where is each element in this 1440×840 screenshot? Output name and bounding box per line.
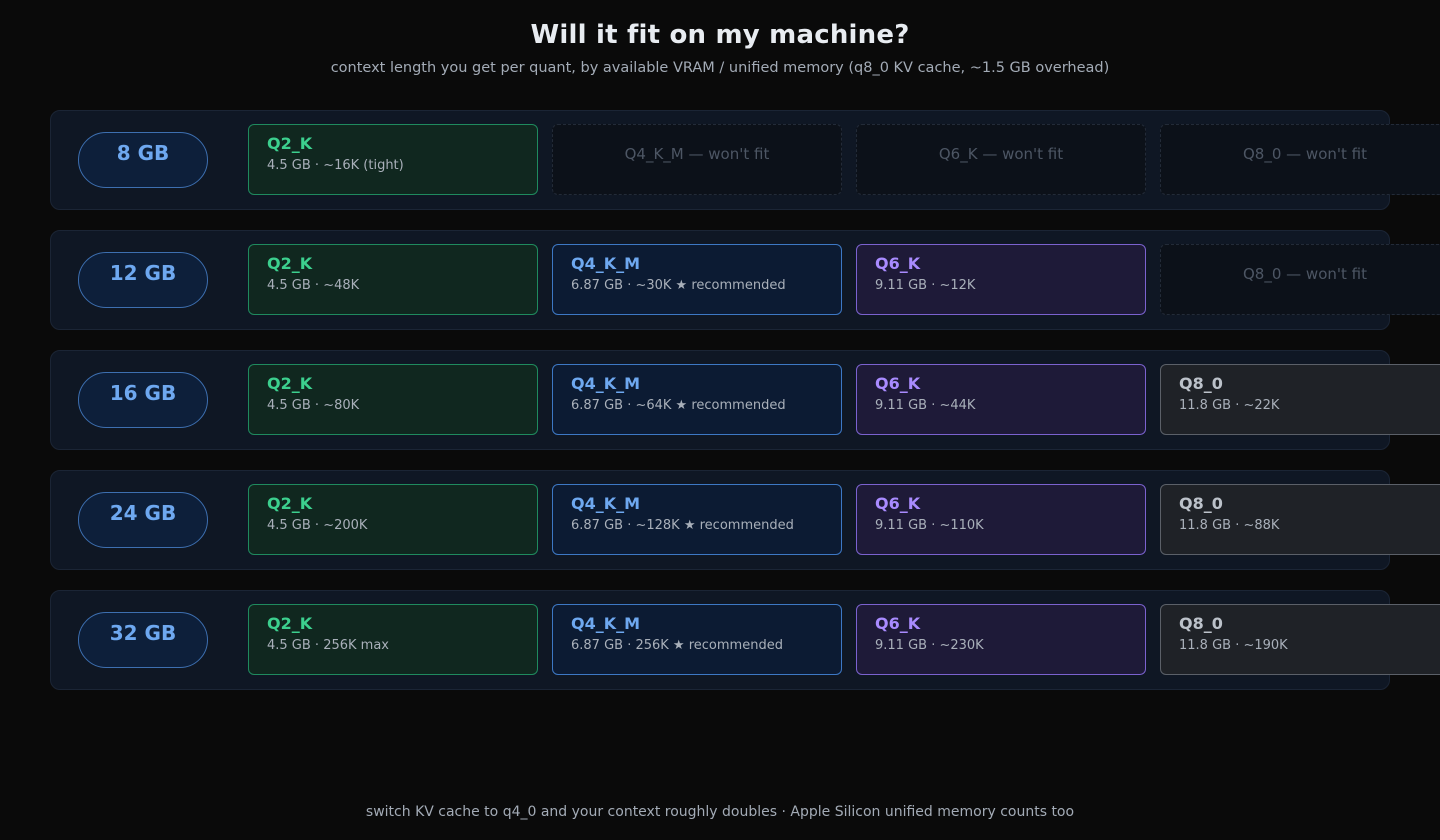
quant-card: Q4_K_M 6.87 GB · 256K ★ recommended [552, 604, 842, 675]
page-title: Will it fit on my machine? [530, 20, 910, 50]
page: Will it fit on my machine? context lengt… [0, 0, 1440, 840]
quant-name: Q6_K [875, 374, 921, 393]
quant-name: Q2_K [267, 494, 313, 513]
quant-card: Q8_0 11.8 GB · ~88K [1160, 484, 1440, 555]
quant-detail: 6.87 GB · 256K ★ recommended [571, 638, 783, 653]
quant-card: Q6_K 9.11 GB · ~44K [856, 364, 1146, 435]
quant-card: Q8_0 11.8 GB · ~22K [1160, 364, 1440, 435]
memory-badge: 32 GB [78, 612, 208, 668]
quant-name: Q4_K_M [571, 494, 641, 513]
quant-detail: 9.11 GB · ~44K [875, 398, 976, 413]
quant-name: Q8_0 [1179, 374, 1223, 393]
quant-name: Q4_K_M [571, 614, 641, 633]
memory-badge: 12 GB [78, 252, 208, 308]
quant-detail: 11.8 GB · ~22K [1179, 398, 1280, 413]
quant-card: Q2_K 4.5 GB · ~80K [248, 364, 538, 435]
quant-card: Q6_K 9.11 GB · ~230K [856, 604, 1146, 675]
memory-badge: 8 GB [78, 132, 208, 188]
quant-card: Q6_K 9.11 GB · ~12K [856, 244, 1146, 315]
quant-detail: 4.5 GB · ~16K (tight) [267, 158, 404, 173]
memory-badge: 24 GB [78, 492, 208, 548]
quant-card: Q2_K 4.5 GB · ~200K [248, 484, 538, 555]
memory-badge: 16 GB [78, 372, 208, 428]
quant-name: Q8_0 [1179, 614, 1223, 633]
quant-detail: 11.8 GB · ~88K [1179, 518, 1280, 533]
quant-card: Q8_0 11.8 GB · ~190K [1160, 604, 1440, 675]
quant-name: Q2_K [267, 254, 313, 273]
quant-name: Q4_K_M [571, 374, 641, 393]
quant-detail: 6.87 GB · ~128K ★ recommended [571, 518, 794, 533]
quant-card: Q4_K_M 6.87 GB · ~128K ★ recommended [552, 484, 842, 555]
quant-card-wont-fit: Q8_0 — won't fit [1160, 244, 1440, 315]
quant-card: Q6_K 9.11 GB · ~110K [856, 484, 1146, 555]
quant-detail: 4.5 GB · ~80K [267, 398, 360, 413]
quant-card-wont-fit: Q6_K — won't fit [856, 124, 1146, 195]
quant-name: Q6_K [875, 614, 921, 633]
quant-card: Q2_K 4.5 GB · ~48K [248, 244, 538, 315]
quant-detail: 9.11 GB · ~110K [875, 518, 984, 533]
quant-card: Q2_K 4.5 GB · 256K max [248, 604, 538, 675]
quant-name: Q6_K [875, 494, 921, 513]
quant-card-wont-fit: Q4_K_M — won't fit [552, 124, 842, 195]
quant-detail: 4.5 GB · ~48K [267, 278, 360, 293]
quant-card-wont-fit: Q8_0 — won't fit [1160, 124, 1440, 195]
quant-detail: 11.8 GB · ~190K [1179, 638, 1288, 653]
quant-name: Q6_K [875, 254, 921, 273]
quant-detail: 9.11 GB · ~12K [875, 278, 976, 293]
quant-detail: 6.87 GB · ~64K ★ recommended [571, 398, 786, 413]
quant-detail: 4.5 GB · 256K max [267, 638, 389, 653]
quant-name: Q2_K [267, 134, 313, 153]
quant-name: Q2_K [267, 614, 313, 633]
quant-name: Q4_K_M [571, 254, 641, 273]
quant-name: Q2_K [267, 374, 313, 393]
quant-card: Q4_K_M 6.87 GB · ~30K ★ recommended [552, 244, 842, 315]
quant-name: Q8_0 [1179, 494, 1223, 513]
footer-note: switch KV cache to q4_0 and your context… [365, 804, 1075, 820]
quant-detail: 6.87 GB · ~30K ★ recommended [571, 278, 786, 293]
quant-detail: 4.5 GB · ~200K [267, 518, 368, 533]
quant-card: Q2_K 4.5 GB · ~16K (tight) [248, 124, 538, 195]
quant-card: Q4_K_M 6.87 GB · ~64K ★ recommended [552, 364, 842, 435]
quant-detail: 9.11 GB · ~230K [875, 638, 984, 653]
page-subtitle: context length you get per quant, by ava… [330, 60, 1110, 76]
